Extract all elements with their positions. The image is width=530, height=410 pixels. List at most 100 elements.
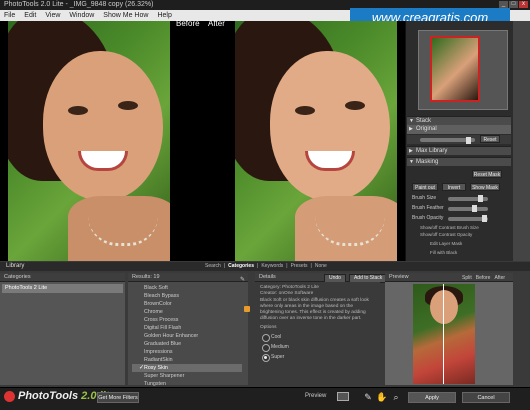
preview-face — [430, 290, 458, 324]
category-item[interactable]: PhotoTools 2 Lite — [2, 284, 123, 293]
detail-description: diffusion over an inverse tone in the da… — [260, 316, 362, 321]
menu-show-me-how[interactable]: Show Me How — [103, 10, 148, 21]
menu-edit[interactable]: Edit — [24, 10, 36, 21]
section-label: Max Library — [416, 148, 448, 154]
app-window: PhotoTools 2.0 Lite - _IMG_9848 copy (26… — [0, 0, 530, 410]
section-masking[interactable]: ▼ Masking — [407, 157, 511, 166]
list-item[interactable]: Digital Fill Flash — [132, 324, 242, 332]
after-label: After — [208, 19, 225, 28]
list-item[interactable]: Tungsten — [132, 380, 242, 386]
preview-label: Preview — [305, 393, 327, 399]
before-photo[interactable] — [8, 21, 170, 261]
tab-separator: | — [223, 263, 226, 269]
list-item[interactable]: BrownColor — [132, 300, 242, 308]
list-item[interactable]: Super Sharpener — [132, 372, 242, 380]
compare-view-icon[interactable] — [337, 392, 349, 401]
eye-right — [118, 101, 138, 110]
tab-separator: | — [286, 263, 288, 269]
tab-search[interactable]: Search — [205, 262, 221, 271]
library-title: Library — [6, 263, 25, 269]
close-button[interactable]: x — [519, 1, 528, 8]
chevron-right-icon: ▶ — [409, 126, 413, 132]
menu-file[interactable]: File — [4, 10, 15, 21]
face-shape — [43, 51, 163, 201]
brush-tool-icon[interactable]: ✎ — [362, 391, 374, 403]
menu-view[interactable]: View — [45, 10, 60, 21]
tab-categories[interactable]: Categories — [228, 262, 254, 271]
tab-none[interactable]: None — [315, 262, 327, 271]
section-label: Masking — [416, 159, 439, 165]
categories-header: Categories — [0, 273, 125, 282]
eye-right — [345, 101, 365, 110]
tab-keywords[interactable]: Keywords — [261, 262, 283, 271]
right-scrollbar[interactable] — [513, 21, 530, 261]
option-super-radio[interactable]: Super — [262, 353, 352, 362]
reset-layer-button[interactable]: Reset — [480, 135, 500, 143]
split-divider[interactable] — [443, 284, 444, 384]
preview-toggle[interactable]: Preview — [305, 393, 326, 399]
check-contrast-size[interactable]: Show/off Contrast Brush Size — [420, 225, 479, 230]
layer-label: Original — [416, 126, 437, 132]
zoom-tool-icon[interactable]: ⌕ — [390, 391, 402, 403]
before-label: Before — [176, 19, 200, 28]
brush-feather-knob[interactable] — [472, 205, 477, 212]
brush-icon: ✓ — [139, 365, 145, 371]
library-tabs: Search | Categories | Keywords | Presets… — [205, 262, 327, 271]
cancel-button[interactable]: Cancel — [462, 392, 510, 403]
favorite-icon[interactable] — [244, 306, 250, 312]
brush-opacity-label: Brush Opacity — [412, 215, 444, 221]
list-item[interactable]: Impressions — [132, 348, 242, 356]
apply-button[interactable]: Apply — [408, 392, 456, 403]
brush-size-knob[interactable] — [478, 195, 483, 202]
brush-feather-slider[interactable] — [448, 207, 488, 211]
window-controls: _ □ x — [499, 1, 528, 8]
get-more-filters-button[interactable]: Get More Filters — [97, 392, 139, 403]
menu-window[interactable]: Window — [69, 10, 94, 21]
reset-mask-button[interactable]: Reset Mask — [472, 170, 502, 178]
maximize-button[interactable]: □ — [509, 1, 518, 8]
list-item[interactable]: Graduated Blue — [132, 340, 242, 348]
check-edit-layer-mask[interactable]: Edit Layer Mask — [430, 241, 462, 246]
options-label: Options — [260, 325, 277, 330]
pin-icon[interactable]: ✎ — [240, 276, 245, 283]
navigator-thumbnail[interactable] — [430, 36, 480, 102]
tab-separator: | — [257, 263, 259, 269]
brush-size-label: Brush Size — [412, 195, 437, 201]
eye-left — [68, 106, 88, 115]
categories-panel — [0, 282, 125, 385]
hand-tool-icon[interactable]: ✋ — [376, 391, 388, 403]
list-item-selected[interactable]: Rosy Skin — [132, 364, 242, 372]
invert-button[interactable]: Invert — [442, 183, 466, 191]
brush-opacity-knob[interactable] — [482, 215, 487, 222]
list-item[interactable]: RadiantSkin — [132, 356, 242, 364]
section-max-library[interactable]: ▶ Max Library — [407, 146, 511, 155]
window-title: PhotoTools 2.0 Lite - _IMG_9848 copy (26… — [4, 1, 154, 8]
check-contrast-opacity[interactable]: Show/off Contrast Opacity — [420, 232, 472, 237]
list-item[interactable]: Cross Process — [132, 316, 242, 324]
show-mask-button[interactable]: Show Mask — [470, 183, 500, 191]
opacity-slider-knob[interactable] — [466, 137, 471, 144]
detail-creator: Creator: onOne Software — [260, 291, 314, 296]
minimize-button[interactable]: _ — [499, 1, 508, 8]
option-medium-radio[interactable]: Medium — [262, 343, 352, 352]
tab-presets[interactable]: Presets — [291, 262, 308, 271]
logo-text: PhotoTools — [18, 390, 79, 402]
section-label: Stack — [416, 118, 432, 124]
paint-out-button[interactable]: Paint out — [412, 183, 438, 191]
layer-original[interactable]: ▶ Original — [407, 125, 511, 134]
tab-separator: | — [310, 263, 312, 269]
section-stack[interactable]: ▼ Stack — [407, 116, 511, 125]
eye-left — [295, 106, 315, 115]
list-item[interactable]: Bleach Bypass — [132, 292, 242, 300]
option-cool-radio[interactable]: Cool — [262, 333, 352, 342]
after-photo[interactable] — [235, 21, 397, 261]
results-header: Results: 19 — [128, 273, 248, 282]
menu-help[interactable]: Help — [157, 10, 171, 21]
list-item[interactable]: Golden Hour Enhancer — [132, 332, 242, 340]
app-logo-icon — [4, 391, 15, 402]
check-fill-black[interactable]: Fill with Black — [430, 250, 457, 255]
list-item[interactable]: Chrome — [132, 308, 242, 316]
chevron-right-icon: ▶ — [409, 148, 413, 154]
list-item[interactable]: Black Soft — [132, 284, 242, 292]
chevron-down-icon: ▼ — [409, 159, 414, 165]
